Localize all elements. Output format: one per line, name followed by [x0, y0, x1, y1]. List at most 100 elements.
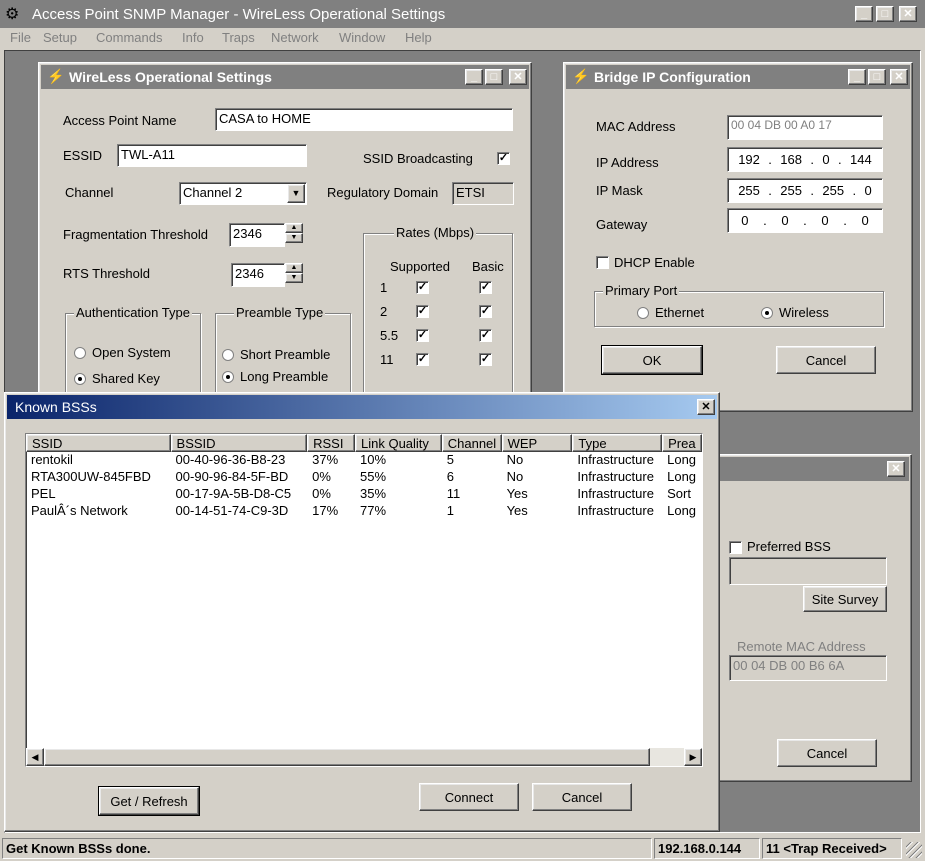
back-window-close-button[interactable]: ✕	[887, 461, 905, 477]
ip-octet: 0	[822, 152, 830, 167]
rate-5-5-basic-checkbox[interactable]: ✓	[479, 329, 492, 342]
col-ssid[interactable]: SSID	[26, 434, 171, 452]
remote-mac-field[interactable]: 00 04 DB 00 B6 6A	[729, 655, 887, 681]
preamble-short-radio[interactable]	[222, 349, 234, 361]
cell-bssid: 00-14-51-74-C9-3D	[175, 503, 289, 518]
preferred-bss-field[interactable]	[729, 557, 887, 585]
preferred-bss-checkbox[interactable]	[729, 541, 742, 554]
cell-bssid: 00-17-9A-5B-D8-C5	[175, 486, 292, 501]
rate-5-5-supported-checkbox[interactable]: ✓	[416, 329, 429, 342]
resize-grip-icon[interactable]	[906, 842, 922, 858]
dhcp-enable-checkbox[interactable]	[596, 256, 609, 269]
rts-threshold-spinner[interactable]: ▲ ▼	[285, 263, 303, 283]
rts-threshold-field[interactable]: 2346	[231, 263, 285, 287]
essid-field[interactable]: TWL-A11	[117, 144, 307, 167]
bridge-cancel-button[interactable]: Cancel	[776, 346, 876, 374]
rate-2-supported-checkbox[interactable]: ✓	[416, 305, 429, 318]
spin-down-icon[interactable]: ▼	[285, 233, 303, 243]
wireless-radio[interactable]	[761, 307, 773, 319]
menu-network[interactable]: Network	[271, 30, 319, 45]
wireless-maximize-button[interactable]: □	[485, 69, 503, 85]
horizontal-scrollbar[interactable]: ◀ ▶	[26, 748, 702, 766]
connect-button[interactable]: Connect	[419, 783, 519, 811]
rate-2-basic-checkbox[interactable]: ✓	[479, 305, 492, 318]
table-row[interactable]: PaulÂ´s Network 00-14-51-74-C9-3D 17% 77…	[26, 503, 702, 520]
rate-label-2: 2	[380, 304, 388, 319]
scroll-right-icon[interactable]: ▶	[684, 748, 702, 766]
cell-preamble: Long	[667, 469, 697, 484]
mask-octet: 255	[738, 183, 760, 198]
back-window-cancel-button[interactable]: Cancel	[777, 739, 877, 767]
ip-mask-field[interactable]: 255. 255. 255. 0	[727, 178, 883, 203]
bridge-title: Bridge IP Configuration	[594, 69, 751, 85]
menu-commands[interactable]: Commands	[96, 30, 162, 45]
rate-11-basic-checkbox[interactable]: ✓	[479, 353, 492, 366]
ip-dot: .	[852, 183, 857, 198]
rates-label: Rates (Mbps)	[394, 225, 477, 240]
ip-address-field[interactable]: 192. 168. 0. 144	[727, 147, 883, 172]
menu-traps[interactable]: Traps	[222, 30, 255, 45]
gateway-field[interactable]: 0. 0. 0. 0	[727, 208, 883, 233]
bridge-minimize-button[interactable]: _	[848, 69, 866, 85]
table-row[interactable]: rentokil 00-40-96-36-B8-23 37% 10% 5 No …	[26, 452, 702, 469]
ethernet-radio[interactable]	[637, 307, 649, 319]
known-bss-cancel-button[interactable]: Cancel	[532, 783, 632, 811]
auth-shared-radio[interactable]	[74, 373, 86, 385]
ethernet-label: Ethernet	[655, 305, 705, 320]
col-preamble[interactable]: Prea	[662, 434, 702, 452]
status-trap: 11 <Trap Received>	[762, 838, 902, 859]
gateway-octet: 0	[781, 213, 789, 228]
maximize-button[interactable]: □	[876, 6, 894, 22]
bss-list[interactable]: SSID BSSID RSSI Link Quality Channel WEP…	[25, 433, 703, 767]
menu-window[interactable]: Window	[339, 30, 385, 45]
ok-button[interactable]: OK	[602, 346, 702, 374]
cell-rssi: 0%	[312, 486, 331, 501]
spin-up-icon[interactable]: ▲	[285, 263, 303, 273]
menu-setup[interactable]: Setup	[43, 30, 77, 45]
menu-info[interactable]: Info	[182, 30, 204, 45]
ssid-broadcast-checkbox[interactable]: ✓	[497, 152, 510, 165]
col-bssid[interactable]: BSSID	[170, 434, 308, 452]
preamble-short-label: Short Preamble	[240, 347, 331, 362]
gateway-octet: 0	[821, 213, 829, 228]
chevron-down-icon[interactable]: ▼	[287, 184, 305, 203]
bridge-close-button[interactable]: ✕	[890, 69, 908, 85]
rate-1-supported-checkbox[interactable]: ✓	[416, 281, 429, 294]
scroll-left-icon[interactable]: ◀	[26, 748, 44, 766]
col-link-quality[interactable]: Link Quality	[355, 434, 442, 452]
auth-open-radio[interactable]	[74, 347, 86, 359]
cell-bssid: 00-40-96-36-B8-23	[175, 452, 286, 467]
menu-file[interactable]: File	[10, 30, 31, 45]
channel-select[interactable]: Channel 2 ▼	[179, 182, 307, 205]
col-channel[interactable]: Channel	[441, 434, 502, 452]
close-button[interactable]: ✕	[899, 6, 917, 22]
menu-help[interactable]: Help	[405, 30, 432, 45]
table-row[interactable]: RTA300UW-845FBD 00-90-96-84-5F-BD 0% 55%…	[26, 469, 702, 486]
frag-threshold-spinner[interactable]: ▲ ▼	[285, 223, 303, 243]
rate-1-basic-checkbox[interactable]: ✓	[479, 281, 492, 294]
col-type[interactable]: Type	[572, 434, 663, 452]
site-survey-button[interactable]: Site Survey	[803, 586, 887, 612]
get-refresh-button[interactable]: Get / Refresh	[99, 787, 199, 815]
col-rssi[interactable]: RSSI	[307, 434, 355, 452]
ap-name-field[interactable]: CASA to HOME	[215, 108, 513, 131]
frag-threshold-field[interactable]: 2346	[229, 223, 285, 247]
regdomain-field: ETSI	[452, 182, 514, 205]
bridge-ip-window: ⚡ Bridge IP Configuration _ □ ✕ MAC Addr…	[563, 62, 913, 412]
spin-up-icon[interactable]: ▲	[285, 223, 303, 233]
preamble-long-radio[interactable]	[222, 371, 234, 383]
wireless-close-button[interactable]: ✕	[509, 69, 527, 85]
col-wep[interactable]: WEP	[501, 434, 573, 452]
scroll-thumb[interactable]	[44, 748, 650, 766]
app-icon[interactable]: ⚙	[5, 4, 19, 24]
cell-type: Infrastructure	[577, 503, 654, 518]
known-bss-close-button[interactable]: ✕	[697, 399, 715, 415]
primary-port-group: Primary Port Ethernet Wireless	[594, 283, 884, 327]
spin-down-icon[interactable]: ▼	[285, 273, 303, 283]
wireless-minimize-button[interactable]: _	[465, 69, 483, 85]
preferred-bss-label: Preferred BSS	[747, 539, 831, 554]
table-row[interactable]: PEL 00-17-9A-5B-D8-C5 0% 35% 11 Yes Infr…	[26, 486, 702, 503]
bridge-maximize-button[interactable]: □	[868, 69, 886, 85]
minimize-button[interactable]: _	[855, 6, 873, 22]
rate-11-supported-checkbox[interactable]: ✓	[416, 353, 429, 366]
